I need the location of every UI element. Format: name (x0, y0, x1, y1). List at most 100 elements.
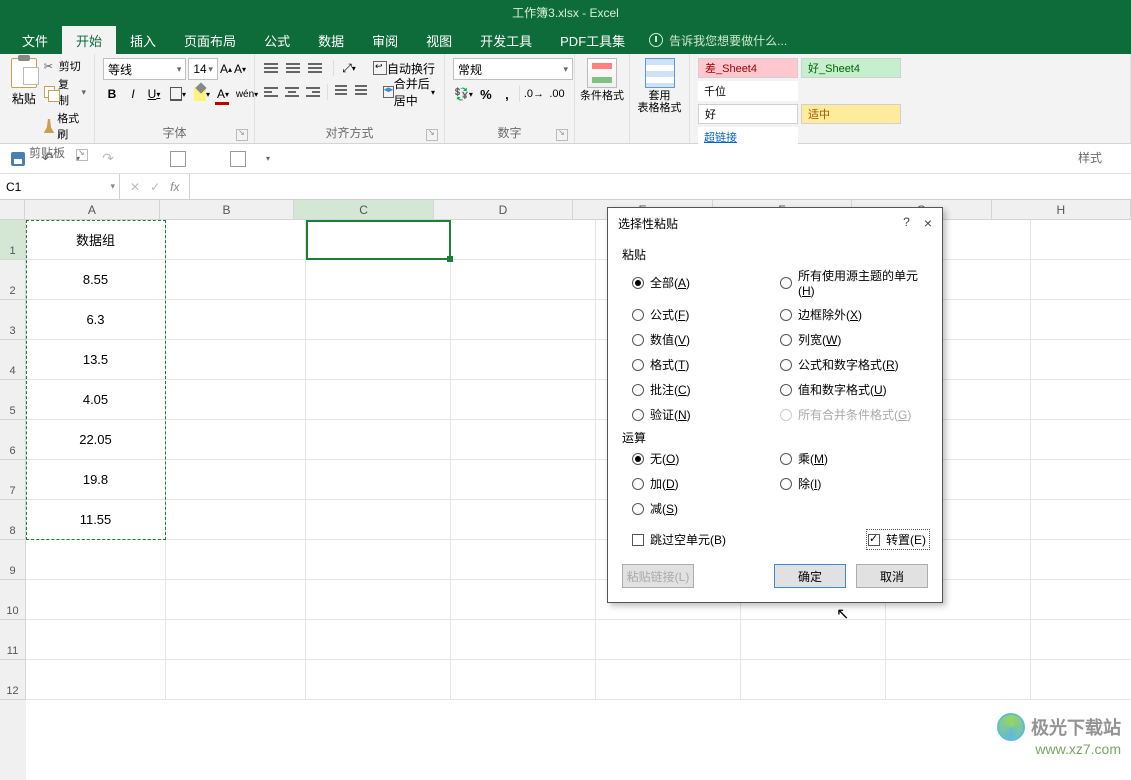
paste-radio-3-1[interactable]: 公式和数字格式(R) (780, 356, 928, 373)
cell-C12[interactable] (306, 660, 451, 700)
row-header-3[interactable]: 3 (0, 300, 26, 340)
cell-D12[interactable] (451, 660, 596, 700)
cell-F12[interactable] (741, 660, 886, 700)
cell-B1[interactable] (166, 220, 306, 260)
cell-B3[interactable] (166, 300, 306, 340)
style-good[interactable]: 好_Sheet4 (801, 58, 901, 78)
cell-H10[interactable] (1031, 580, 1131, 620)
tab-view[interactable]: 视图 (412, 26, 466, 54)
row-header-4[interactable]: 4 (0, 340, 26, 380)
number-launcher[interactable] (556, 129, 568, 141)
row-header-7[interactable]: 7 (0, 460, 26, 500)
indent-decrease-button[interactable] (334, 82, 352, 102)
cell-C11[interactable] (306, 620, 451, 660)
font-launcher[interactable] (236, 129, 248, 141)
cell-B11[interactable] (166, 620, 306, 660)
shrink-font-button[interactable]: A▾ (234, 60, 246, 78)
cell-D2[interactable] (451, 260, 596, 300)
transpose-checkbox[interactable]: 转置(E) (868, 531, 928, 548)
cell-B12[interactable] (166, 660, 306, 700)
row-header-12[interactable]: 12 (0, 660, 26, 700)
font-color-button[interactable]: A▾ (214, 84, 232, 104)
paste-button[interactable]: 粘贴 (8, 58, 40, 142)
cells-area[interactable]: 数据组8.556.313.54.0522.0519.811.55 (26, 220, 1131, 780)
format-painter-button[interactable]: 格式刷 (44, 110, 86, 142)
op-radio-0-0[interactable]: 无(O) (632, 450, 780, 467)
op-radio-1-0[interactable]: 加(D) (632, 475, 780, 492)
cell-C2[interactable] (306, 260, 451, 300)
border-button[interactable]: ▾ (169, 84, 187, 104)
redo-button[interactable] (98, 149, 118, 169)
alignment-launcher[interactable] (426, 129, 438, 141)
cell-A11[interactable] (26, 620, 166, 660)
cell-A9[interactable] (26, 540, 166, 580)
cond-format-button[interactable]: 条件格式 (575, 58, 630, 102)
cell-B2[interactable] (166, 260, 306, 300)
tell-me[interactable]: 告诉我您想要做什么... (649, 26, 787, 54)
cell-C6[interactable] (306, 420, 451, 460)
cell-H8[interactable] (1031, 500, 1131, 540)
tab-formulas[interactable]: 公式 (250, 26, 304, 54)
inc-decimal-button[interactable]: .0→ (523, 84, 545, 104)
indent-increase-button[interactable] (354, 82, 372, 102)
cell-G12[interactable] (886, 660, 1031, 700)
style-thousand[interactable]: 千位 (698, 81, 798, 101)
style-bad[interactable]: 差_Sheet4 (698, 58, 798, 78)
paste-link-button[interactable]: 粘贴链接(L) (622, 564, 694, 588)
cell-B6[interactable] (166, 420, 306, 460)
cell-G11[interactable] (886, 620, 1031, 660)
comma-button[interactable]: , (498, 84, 516, 104)
formula-input[interactable] (190, 174, 1131, 199)
qat-dropdown[interactable]: ▾ (258, 149, 278, 169)
col-header-A[interactable]: A (25, 200, 160, 219)
paste-radio-4-0[interactable]: 批注(C) (632, 381, 780, 398)
op-radio-2-0[interactable]: 减(S) (632, 500, 780, 517)
table-format-button[interactable]: 套用 表格格式 (632, 58, 687, 114)
col-header-B[interactable]: B (160, 200, 295, 219)
cell-D9[interactable] (451, 540, 596, 580)
cell-H11[interactable] (1031, 620, 1131, 660)
cell-D10[interactable] (451, 580, 596, 620)
align-top-button[interactable] (263, 58, 283, 78)
op-radio-0-1[interactable]: 乘(M) (780, 450, 928, 467)
cell-C9[interactable] (306, 540, 451, 580)
cell-D3[interactable] (451, 300, 596, 340)
cell-B10[interactable] (166, 580, 306, 620)
ok-button[interactable]: 确定 (774, 564, 846, 588)
style-link[interactable]: 超链接 (698, 127, 798, 147)
accept-formula-button[interactable]: ✓ (150, 180, 160, 194)
font-name-combo[interactable]: 等线▾ (103, 58, 186, 80)
cell-C5[interactable] (306, 380, 451, 420)
cell-C7[interactable] (306, 460, 451, 500)
tab-data[interactable]: 数据 (304, 26, 358, 54)
paste-radio-2-1[interactable]: 列宽(W) (780, 331, 928, 348)
paste-radio-4-1[interactable]: 值和数字格式(U) (780, 381, 928, 398)
cell-C8[interactable] (306, 500, 451, 540)
row-header-9[interactable]: 9 (0, 540, 26, 580)
font-size-combo[interactable]: 14▾ (188, 58, 218, 80)
cell-F11[interactable] (741, 620, 886, 660)
cell-D4[interactable] (451, 340, 596, 380)
cell-H7[interactable] (1031, 460, 1131, 500)
cell-D1[interactable] (451, 220, 596, 260)
cell-A12[interactable] (26, 660, 166, 700)
cell-E11[interactable] (596, 620, 741, 660)
paste-radio-0-1[interactable]: 所有使用源主题的单元(H) (780, 267, 928, 298)
cancel-formula-button[interactable]: ✕ (130, 180, 140, 194)
tab-file[interactable]: 文件 (8, 26, 62, 54)
style-neutral[interactable]: 适中 (801, 104, 901, 124)
cell-D7[interactable] (451, 460, 596, 500)
paste-radio-0-0[interactable]: 全部(A) (632, 267, 780, 298)
dialog-help-button[interactable]: ? (903, 215, 910, 231)
orientation-button[interactable]: ⤢▾ (340, 58, 358, 78)
skip-blanks-checkbox[interactable]: 跳过空单元(B) (632, 531, 726, 548)
dialog-close-button[interactable]: × (924, 215, 932, 231)
style-ok[interactable]: 好 (698, 104, 798, 124)
tab-pdf[interactable]: PDF工具集 (546, 26, 639, 54)
cell-B9[interactable] (166, 540, 306, 580)
insert-function-button[interactable]: fx (170, 180, 179, 194)
cell-A10[interactable] (26, 580, 166, 620)
cell-C4[interactable] (306, 340, 451, 380)
italic-button[interactable]: I (124, 84, 142, 104)
paste-radio-1-1[interactable]: 边框除外(X) (780, 306, 928, 323)
